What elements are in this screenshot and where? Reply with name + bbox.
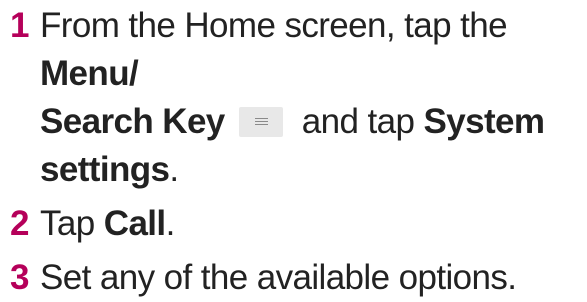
step-text: Tap xyxy=(40,204,104,243)
step-text: . xyxy=(169,150,179,189)
settings-label: settings xyxy=(40,150,170,189)
step-text: . xyxy=(165,204,176,243)
step-number: 3 xyxy=(10,258,29,297)
menu-lines-icon xyxy=(238,107,283,137)
system-label: System xyxy=(423,102,546,141)
step-3: 3 Set any of the available options. xyxy=(10,254,585,302)
search-key-label: Search Key xyxy=(40,102,225,141)
call-label: Call xyxy=(103,204,166,243)
step-1: 1 From the Home screen, tap the Menu/ Se… xyxy=(10,2,585,194)
step-number: 1 xyxy=(10,6,29,45)
step-text: and tap xyxy=(292,102,424,141)
instruction-steps: 1 From the Home screen, tap the Menu/ Se… xyxy=(10,2,585,302)
menu-key-label: Menu/ xyxy=(40,54,139,93)
step-number: 2 xyxy=(10,204,29,243)
step-text: From the Home screen, tap the xyxy=(40,6,508,45)
step-2: 2 Tap Call. xyxy=(10,200,585,248)
step-text: Set any of the available options. xyxy=(40,258,517,297)
